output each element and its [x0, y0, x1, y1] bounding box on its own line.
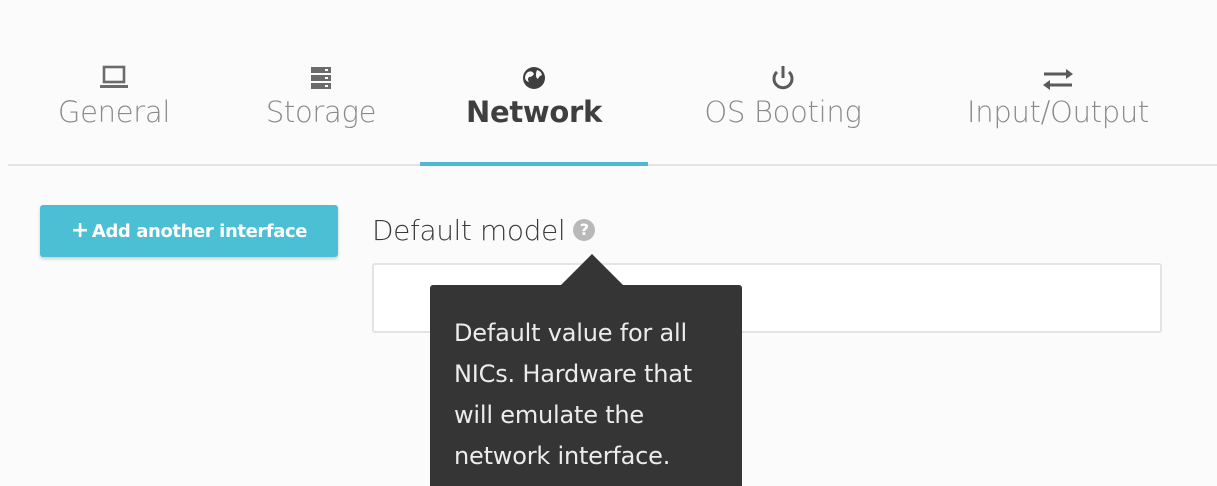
tab-network-label: Network: [465, 95, 602, 129]
power-icon: [688, 64, 878, 96]
tab-network[interactable]: Network: [420, 60, 648, 166]
globe-icon: [420, 64, 648, 96]
add-interface-button[interactable]: + Add another interface: [40, 205, 338, 257]
help-tooltip-text: Default value for all NICs. Hardware tha…: [454, 319, 692, 470]
plus-icon: +: [70, 218, 89, 243]
default-model-label-row: Default model?: [372, 214, 596, 247]
storage-icon: [254, 64, 388, 96]
exchange-icon: [948, 64, 1168, 96]
default-model-label: Default model: [372, 214, 566, 247]
add-interface-label: Add another interface: [91, 221, 308, 242]
tab-general-label: General: [57, 95, 171, 129]
tab-general[interactable]: General: [48, 60, 180, 164]
question-circle-icon[interactable]: ?: [573, 219, 596, 241]
tab-storage-label: Storage: [265, 95, 377, 129]
tab-input-output[interactable]: Input/Output: [948, 60, 1168, 164]
settings-tabs: General Storage Network OS Booting Input…: [8, 60, 1217, 166]
tab-os-booting-label: OS Booting: [704, 95, 862, 129]
tab-os-booting[interactable]: OS Booting: [688, 60, 878, 164]
network-settings-page: General Storage Network OS Booting Input…: [0, 0, 1217, 486]
tab-storage[interactable]: Storage: [254, 60, 388, 164]
laptop-icon: [48, 64, 180, 96]
help-tooltip: Default value for all NICs. Hardware tha…: [430, 285, 742, 486]
tab-input-output-label: Input/Output: [967, 95, 1149, 129]
tooltip-arrow: [560, 254, 624, 286]
